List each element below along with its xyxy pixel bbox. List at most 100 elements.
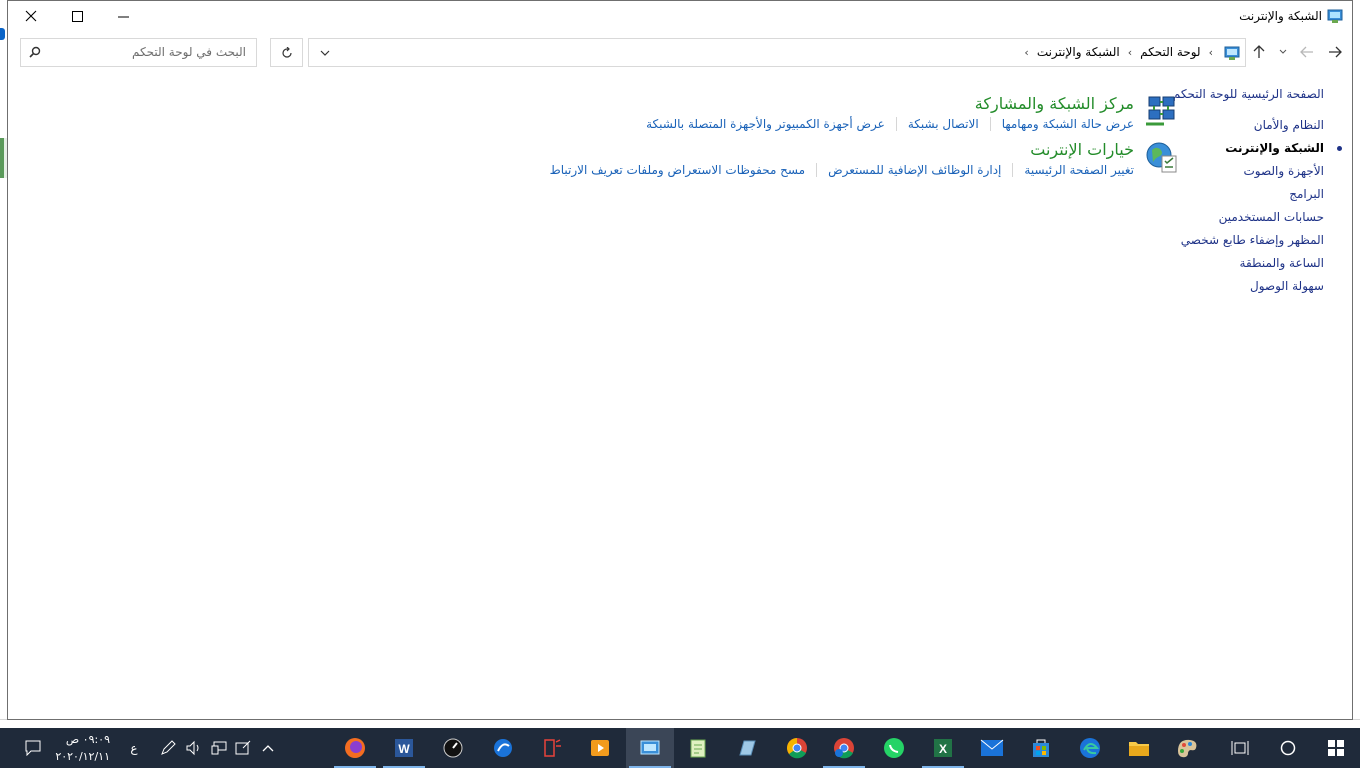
excel-icon: X bbox=[934, 739, 952, 757]
taskbar-firefox[interactable] bbox=[331, 728, 379, 768]
link-view-network-computers[interactable]: عرض أجهزة الكمبيوتر والأجهزة المتصلة بال… bbox=[646, 115, 885, 133]
taskbar-edge[interactable] bbox=[1066, 728, 1114, 768]
taskbar-speedometer-app[interactable] bbox=[429, 728, 477, 768]
arrow-right-icon bbox=[1329, 46, 1342, 58]
link-divider bbox=[1012, 163, 1014, 177]
category-title-internet-options[interactable]: خيارات الإنترنت bbox=[550, 140, 1134, 160]
cortana-search-button[interactable] bbox=[1274, 728, 1302, 768]
link-manage-addons[interactable]: إدارة الوظائف الإضافية للمستعرض bbox=[828, 161, 1001, 179]
taskbar-paint[interactable] bbox=[1164, 728, 1212, 768]
network-sharing-center-icon bbox=[1146, 96, 1175, 126]
close-button[interactable] bbox=[8, 1, 54, 31]
control-panel-window: الشبكة والإنترنت › لوحة التحكم › الشبكة … bbox=[7, 0, 1353, 720]
start-button[interactable] bbox=[1318, 728, 1354, 768]
background-window-bottom bbox=[0, 719, 1360, 728]
internet-options-icon bbox=[1146, 142, 1177, 173]
breadcrumb-network-internet[interactable]: الشبكة والإنترنت bbox=[1037, 45, 1120, 59]
taskbar-excel[interactable]: X bbox=[919, 728, 967, 768]
up-button[interactable] bbox=[1248, 41, 1270, 63]
taskbar-paper-app[interactable] bbox=[723, 728, 771, 768]
category-network-sharing: مركز الشبكة والمشاركة عرض حالة الشبكة وم… bbox=[646, 94, 1175, 133]
refresh-icon bbox=[281, 46, 292, 58]
category-links: تغيير الصفحة الرئيسية إدارة الوظائف الإض… bbox=[550, 161, 1134, 179]
category-title-network-sharing[interactable]: مركز الشبكة والمشاركة bbox=[646, 94, 1134, 114]
breadcrumb-chevron-icon[interactable]: › bbox=[1209, 46, 1213, 59]
taskbar-whatsapp[interactable] bbox=[870, 728, 918, 768]
link-divider bbox=[895, 117, 897, 131]
minimize-button[interactable] bbox=[100, 1, 146, 31]
taskbar-phone-app[interactable] bbox=[527, 728, 575, 768]
cortana-icon bbox=[1280, 740, 1296, 756]
nav-item-clock-region[interactable]: الساعة والمنطقة bbox=[1124, 252, 1324, 275]
task-view-button[interactable] bbox=[1226, 728, 1254, 768]
taskbar-chrome-alt[interactable] bbox=[820, 728, 868, 768]
network-tray-button[interactable] bbox=[209, 728, 229, 768]
taskbar-clock[interactable]: ٠٩:٠٩ ص ٢٠٢٠/١٢/١١ bbox=[55, 731, 110, 765]
back-button[interactable] bbox=[1324, 41, 1346, 63]
phone-icon bbox=[544, 739, 561, 757]
svg-text:W: W bbox=[398, 742, 410, 756]
nav-item-ease-of-access[interactable]: سهولة الوصول bbox=[1124, 275, 1324, 298]
chrome-icon bbox=[787, 738, 807, 759]
app-blue-icon bbox=[494, 739, 512, 757]
speedometer-icon bbox=[443, 738, 463, 758]
action-center-icon bbox=[25, 740, 41, 756]
notepad-icon bbox=[690, 739, 706, 758]
chevron-down-icon bbox=[1279, 49, 1287, 54]
taskbar-chrome[interactable] bbox=[773, 728, 821, 768]
breadcrumb-control-panel[interactable]: لوحة التحكم bbox=[1140, 45, 1201, 59]
mail-icon bbox=[980, 739, 1004, 756]
volume-button[interactable] bbox=[184, 728, 204, 768]
show-hidden-icons-button[interactable] bbox=[258, 728, 278, 768]
windows-logo-icon bbox=[1328, 740, 1344, 756]
maximize-icon bbox=[71, 10, 83, 22]
taskbar-mail[interactable] bbox=[968, 728, 1016, 768]
file-explorer-icon bbox=[1129, 742, 1149, 756]
search-input[interactable]: البحث في لوحة التحكم bbox=[132, 45, 246, 59]
input-language[interactable]: ع bbox=[124, 728, 144, 768]
taskbar-store[interactable] bbox=[1017, 728, 1065, 768]
arrow-up-icon bbox=[1253, 45, 1265, 58]
whatsapp-icon bbox=[884, 738, 904, 758]
nav-item-label: الشبكة والإنترنت bbox=[1225, 141, 1324, 155]
nav-item-appearance[interactable]: المظهر وإضفاء طابع شخصي bbox=[1124, 229, 1324, 252]
taskbar-blue-app[interactable] bbox=[479, 728, 527, 768]
nav-item-programs[interactable]: البرامج bbox=[1124, 183, 1324, 206]
minimize-icon bbox=[117, 16, 129, 17]
breadcrumb-chevron-icon[interactable]: › bbox=[1024, 46, 1028, 59]
taskbar-control-panel[interactable] bbox=[626, 728, 674, 768]
refresh-button[interactable] bbox=[270, 38, 303, 67]
taskbar-word[interactable]: W bbox=[380, 728, 428, 768]
link-connect-to-network[interactable]: الاتصال بشبكة bbox=[908, 115, 979, 133]
address-bar[interactable]: › لوحة التحكم › الشبكة والإنترنت › bbox=[308, 38, 1246, 67]
link-view-network-status[interactable]: عرض حالة الشبكة ومهامها bbox=[1002, 115, 1134, 133]
close-icon bbox=[25, 10, 37, 22]
link-change-home-page[interactable]: تغيير الصفحة الرئيسية bbox=[1024, 161, 1134, 179]
taskbar: ٠٩:٠٩ ص ٢٠٢٠/١٢/١١ ع W X bbox=[0, 728, 1360, 768]
speaker-icon bbox=[186, 740, 199, 756]
search-box[interactable]: البحث في لوحة التحكم bbox=[20, 38, 257, 67]
maximize-button[interactable] bbox=[54, 1, 100, 31]
taskbar-media-player[interactable] bbox=[576, 728, 624, 768]
breadcrumb-chevron-icon[interactable]: › bbox=[1128, 46, 1132, 59]
taskbar-notepad[interactable] bbox=[674, 728, 722, 768]
taskbar-file-explorer[interactable] bbox=[1115, 728, 1163, 768]
chevron-down-icon bbox=[320, 50, 330, 56]
arrow-left-icon bbox=[1300, 46, 1313, 58]
address-dropdown-button[interactable] bbox=[309, 39, 341, 66]
pen-tray-button[interactable] bbox=[158, 728, 178, 768]
window-title: الشبكة والإنترنت bbox=[1239, 9, 1322, 23]
chevron-up-icon bbox=[262, 745, 274, 752]
search-icon[interactable] bbox=[29, 46, 41, 58]
link-delete-browsing-history[interactable]: مسح محفوظات الاستعراض وملفات تعريف الارت… bbox=[550, 161, 805, 179]
recent-locations-button[interactable] bbox=[1276, 41, 1290, 63]
forward-button[interactable] bbox=[1296, 41, 1318, 63]
link-divider bbox=[816, 163, 818, 177]
action-center-button[interactable] bbox=[14, 728, 52, 768]
update-tray-button[interactable] bbox=[233, 728, 253, 768]
media-player-icon bbox=[591, 740, 609, 756]
pen-icon bbox=[161, 740, 176, 755]
title-bar[interactable]: الشبكة والإنترنت bbox=[8, 1, 1352, 33]
nav-item-user-accounts[interactable]: حسابات المستخدمين bbox=[1124, 206, 1324, 229]
clock-date: ٢٠٢٠/١٢/١١ bbox=[55, 750, 110, 763]
